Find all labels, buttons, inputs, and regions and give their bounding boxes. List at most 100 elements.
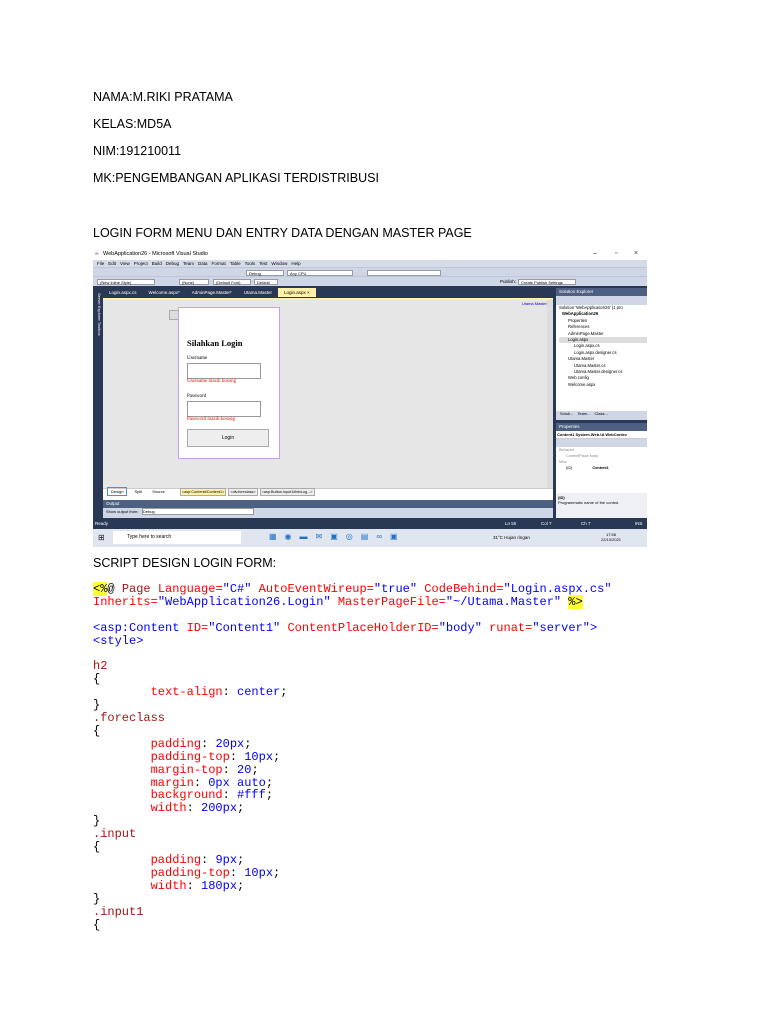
publish-select[interactable]: Create Publish Settings xyxy=(518,278,576,285)
code-token: <style> xyxy=(93,633,144,648)
status-bar: Ready Ln 55 Col 7 Ch 7 INS xyxy=(93,519,647,529)
login-button[interactable]: Login xyxy=(187,429,269,447)
code-token: %> xyxy=(568,594,583,609)
code-line: .foreclass xyxy=(93,712,612,725)
config-select[interactable]: Debug xyxy=(246,269,284,276)
menu-item[interactable]: Table xyxy=(230,261,241,266)
tab[interactable]: Welcome.aspx* xyxy=(143,288,186,297)
menu-item[interactable]: View xyxy=(120,261,130,266)
status-ch: Ch 7 xyxy=(581,521,591,526)
output-title: Output xyxy=(103,500,553,508)
view-tab-source[interactable]: Source xyxy=(149,488,168,495)
course: MK:PENGEMBANGAN APLIKASI TERDISTRIBUSI xyxy=(93,171,379,185)
menu-item[interactable]: Edit xyxy=(108,261,116,266)
menu-item[interactable]: Project xyxy=(134,261,148,266)
username-input[interactable] xyxy=(187,363,261,379)
breadcrumb-item[interactable]: <div.foreclass> xyxy=(228,488,258,496)
code-line: width: 200px; xyxy=(93,802,612,815)
section-heading-script: SCRIPT DESIGN LOGIN FORM: xyxy=(93,556,277,570)
view-bar: Design Split Source <asp:Content#Content1> <… xyxy=(103,487,553,500)
code-token: "true" xyxy=(373,582,425,596)
tab[interactable]: Login.aspx.cs xyxy=(103,288,143,297)
tab[interactable]: AdminPage.Master* xyxy=(186,288,238,297)
server-explorer-toolbox-strip[interactable]: Server Explorer Toolbox xyxy=(94,293,102,336)
taskbar-search[interactable]: Type here to search xyxy=(113,531,241,544)
menu-item[interactable]: Build xyxy=(152,261,162,266)
size-select[interactable]: Default xyxy=(254,278,278,285)
code-line: Inherits="WebApplication26.Login" Master… xyxy=(93,594,612,609)
find-box[interactable] xyxy=(367,269,441,276)
code-token: } xyxy=(93,814,101,829)
close-icon[interactable]: × xyxy=(634,250,638,257)
id-value[interactable]: Content1 xyxy=(592,466,608,470)
menu-item[interactable]: Window xyxy=(271,261,287,266)
menu-item[interactable]: File xyxy=(97,261,104,266)
master-page-link[interactable]: Utama.Master xyxy=(522,301,547,306)
code-line: <style> xyxy=(93,633,612,648)
code-token: Inherits= xyxy=(93,594,158,609)
menu-bar: File Edit View Project Build Debug Team Data For… xyxy=(93,260,647,267)
code-token: 20px xyxy=(215,736,245,751)
target-select[interactable]: (None) xyxy=(179,278,209,285)
password-label: Password xyxy=(187,394,207,399)
explorer-tab[interactable]: Team... xyxy=(577,411,590,416)
style-select[interactable]: (New Inline Style) xyxy=(97,278,155,285)
output-source-select[interactable]: Debug xyxy=(141,508,254,515)
solution-explorer: Solution Explorer Solution 'WebApplicati… xyxy=(556,288,647,420)
code-line: } xyxy=(93,892,612,906)
menu-item[interactable]: Help xyxy=(291,261,300,266)
code-token: : xyxy=(222,685,238,700)
code-token: AutoEventWireup= xyxy=(258,582,374,596)
explorer-tab[interactable]: Class... xyxy=(594,411,607,416)
code-token: ; xyxy=(280,685,288,700)
code-token: { xyxy=(93,672,101,687)
code-token: ; xyxy=(237,878,245,893)
code-token: ; xyxy=(237,853,245,867)
menu-item[interactable]: Debug xyxy=(166,261,179,266)
properties-object-select[interactable]: Content1 System.Web.UI.WebContro xyxy=(556,431,647,439)
code-token: { xyxy=(93,917,101,932)
code-token: @ xyxy=(107,582,122,596)
properties-panel: Properties Content1 System.Web.UI.WebCon… xyxy=(556,423,647,518)
toolbar-formatting: (New Inline Style) (None) (Default Font)… xyxy=(93,276,647,286)
code-token: : xyxy=(186,801,202,816)
view-tab-split[interactable]: Split xyxy=(131,488,145,495)
code-token: "WebApplication26.Login" xyxy=(157,594,338,609)
weather-text: 31°C Hujan ringan xyxy=(493,535,530,540)
code-line: } xyxy=(93,699,612,712)
taskbar-app-icons[interactable]: ▦◉▬✉▣◎▤∞▣ xyxy=(269,532,406,541)
tab[interactable]: Utama.Master xyxy=(238,288,278,297)
code-token: <asp:Content xyxy=(93,620,187,635)
code-token: ; xyxy=(265,788,274,803)
code-line: <asp:Content ID="Content1" ContentPlaceH… xyxy=(93,620,612,635)
breadcrumb-item[interactable]: <asp:Content#Content1> xyxy=(179,488,227,496)
font-select[interactable]: (Default Font) xyxy=(213,278,251,285)
code-token: "C#" xyxy=(222,582,259,596)
platform-select[interactable]: Any CPU xyxy=(287,269,353,276)
vs-logo-icon: ∞ xyxy=(95,251,99,257)
breadcrumb-item[interactable]: <asp:Button.input1#btnLog...> xyxy=(259,488,315,496)
tree-item[interactable]: Welcome.aspx xyxy=(559,382,647,388)
minimize-icon[interactable]: – xyxy=(593,250,597,257)
tab[interactable]: Login.aspx × xyxy=(278,288,316,297)
menu-item[interactable]: Format xyxy=(212,261,226,266)
menu-item[interactable]: Team xyxy=(183,261,194,266)
menu-item[interactable]: Test xyxy=(259,261,267,266)
password-input[interactable] xyxy=(187,401,261,417)
code-token: h2 xyxy=(93,659,108,674)
code-token: ; xyxy=(273,749,281,764)
maximize-icon[interactable]: ▫ xyxy=(615,250,617,257)
design-surface[interactable]: Utama.Master Silahkan Login Username Use… xyxy=(103,298,553,490)
login-form: Silahkan Login Username Username masih k… xyxy=(178,307,280,459)
menu-item[interactable]: Data xyxy=(198,261,208,266)
windows-start-icon[interactable]: ⊞ xyxy=(98,533,105,542)
vertical-scrollbar[interactable] xyxy=(547,300,553,490)
code-line: width: 180px; xyxy=(93,878,612,893)
view-tab-design[interactable]: Design xyxy=(107,487,128,496)
status-col: Col 7 xyxy=(541,521,552,526)
code-token: "body" xyxy=(438,620,490,635)
menu-item[interactable]: Tools xyxy=(245,261,256,266)
title-bar: ∞ WebApplication26 - Microsoft Visual St… xyxy=(93,248,647,260)
explorer-tab[interactable]: Soluti... xyxy=(560,411,573,416)
code-token: 20 xyxy=(237,762,252,777)
